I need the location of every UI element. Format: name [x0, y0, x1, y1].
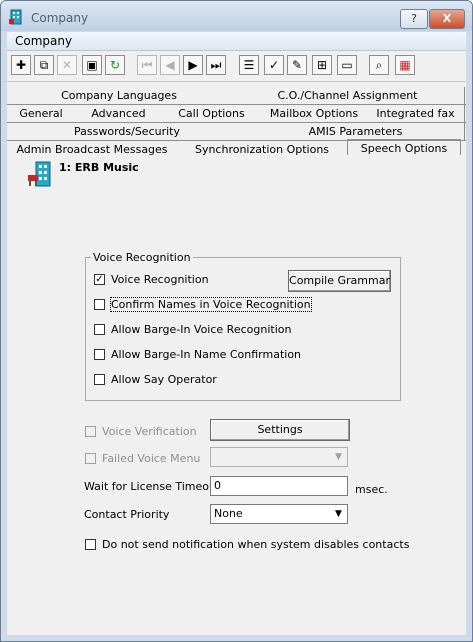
first-record-icon[interactable]: ⏮: [137, 55, 157, 75]
delete-icon[interactable]: ✕: [57, 55, 77, 75]
help-button[interactable]: ?: [400, 9, 428, 29]
confirm-names-label: Confirm Names in Voice Recognition: [110, 297, 312, 312]
close-button[interactable]: X: [429, 9, 465, 29]
search-icon[interactable]: ⌕: [369, 55, 389, 75]
settings-button[interactable]: Settings: [210, 419, 350, 441]
calculator-icon[interactable]: ▦: [395, 55, 415, 75]
tab-row-2: General Advanced Call Options Mailbox Op…: [7, 105, 466, 123]
add-icon[interactable]: ✚: [11, 55, 31, 75]
voice-recognition-label: Voice Recognition: [111, 273, 209, 286]
text-field-icon[interactable]: ▭: [337, 55, 357, 75]
barge-in-voice-label: Allow Barge-In Voice Recognition: [111, 323, 292, 336]
tab-integrated-fax[interactable]: Integrated fax: [367, 105, 465, 122]
tab-co-channel-assignment[interactable]: C.O./Channel Assignment: [231, 87, 465, 104]
say-operator-checkbox[interactable]: [94, 374, 105, 385]
previous-record-icon[interactable]: ◀: [160, 55, 180, 75]
contact-priority-dropdown[interactable]: None ▼: [210, 504, 348, 524]
tab-passwords-security[interactable]: Passwords/Security: [7, 123, 248, 140]
tab-divider: [7, 122, 466, 123]
chevron-down-icon: ▼: [335, 509, 342, 519]
license-timeout-input[interactable]: 0: [210, 476, 348, 496]
barge-in-name-checkbox[interactable]: [94, 349, 105, 360]
license-timeout-label: Wait for License Timeout: [84, 480, 221, 493]
no-notification-label: Do not send notification when system dis…: [102, 538, 410, 551]
tab-advanced[interactable]: Advanced: [75, 105, 163, 122]
say-operator-label: Allow Say Operator: [111, 373, 217, 386]
refresh-icon[interactable]: ↻: [105, 55, 125, 75]
contact-priority-value: None: [214, 507, 243, 520]
toolbar: ✚ ⧉ ✕ ▣ ↻ ⏮ ◀ ▶ ⏭ ☰ ✓ ✎ ⊞ ▭ ⌕ ▦: [7, 51, 466, 82]
tab-amis-parameters[interactable]: AMIS Parameters: [247, 123, 465, 140]
tab-company-languages[interactable]: Company Languages: [7, 87, 232, 104]
chevron-down-icon: ▼: [335, 452, 342, 462]
failed-voice-menu-dropdown[interactable]: ▼: [210, 447, 348, 467]
contact-priority-label: Contact Priority: [84, 508, 170, 521]
tab-row-1: Company Languages C.O./Channel Assignmen…: [7, 87, 466, 105]
tab-mailbox-options[interactable]: Mailbox Options: [261, 105, 368, 122]
tree-icon[interactable]: ⊞: [312, 55, 332, 75]
next-record-icon[interactable]: ▶: [183, 55, 203, 75]
barge-in-name-label: Allow Barge-In Name Confirmation: [111, 348, 302, 361]
barge-in-voice-checkbox[interactable]: [94, 324, 105, 335]
menu-company[interactable]: Company: [15, 34, 72, 48]
confirm-names-checkbox[interactable]: [94, 299, 105, 310]
window-title: Company: [31, 11, 89, 25]
failed-voice-menu-label: Failed Voice Menu: [102, 452, 201, 465]
copy-icon[interactable]: ⧉: [34, 55, 54, 75]
tab-divider: [7, 140, 466, 141]
tab-divider: [7, 104, 466, 105]
company-window: Company ? X Company ✚ ⧉ ✕ ▣ ↻ ⏮ ◀ ▶ ⏭ ☰ …: [0, 0, 473, 642]
last-record-icon[interactable]: ⏭: [206, 55, 226, 75]
voice-recognition-checkbox[interactable]: ✓: [94, 274, 105, 285]
failed-voice-menu-checkbox[interactable]: [85, 453, 96, 464]
list-edit-icon[interactable]: ☰: [239, 55, 259, 75]
voice-recognition-group-label: Voice Recognition: [91, 251, 193, 264]
company-building-icon: [9, 9, 22, 25]
no-notification-checkbox[interactable]: [85, 539, 96, 550]
voice-verification-checkbox[interactable]: [85, 426, 96, 437]
company-building-icon: [28, 161, 51, 187]
voice-verification-label: Voice Verification: [102, 425, 197, 438]
license-timeout-unit: msec.: [355, 483, 388, 496]
pen-edit-icon[interactable]: ✎: [287, 55, 307, 75]
save-icon[interactable]: ▣: [82, 55, 102, 75]
tab-call-options[interactable]: Call Options: [162, 105, 262, 122]
compile-grammar-button[interactable]: Compile Grammar: [288, 270, 391, 292]
tab-general[interactable]: General: [7, 105, 76, 122]
menu-bar: Company: [7, 32, 466, 51]
title-bar[interactable]: Company ? X: [1, 1, 472, 31]
entity-title: 1: ERB Music: [59, 161, 139, 174]
check-list-icon[interactable]: ✓: [264, 55, 284, 75]
